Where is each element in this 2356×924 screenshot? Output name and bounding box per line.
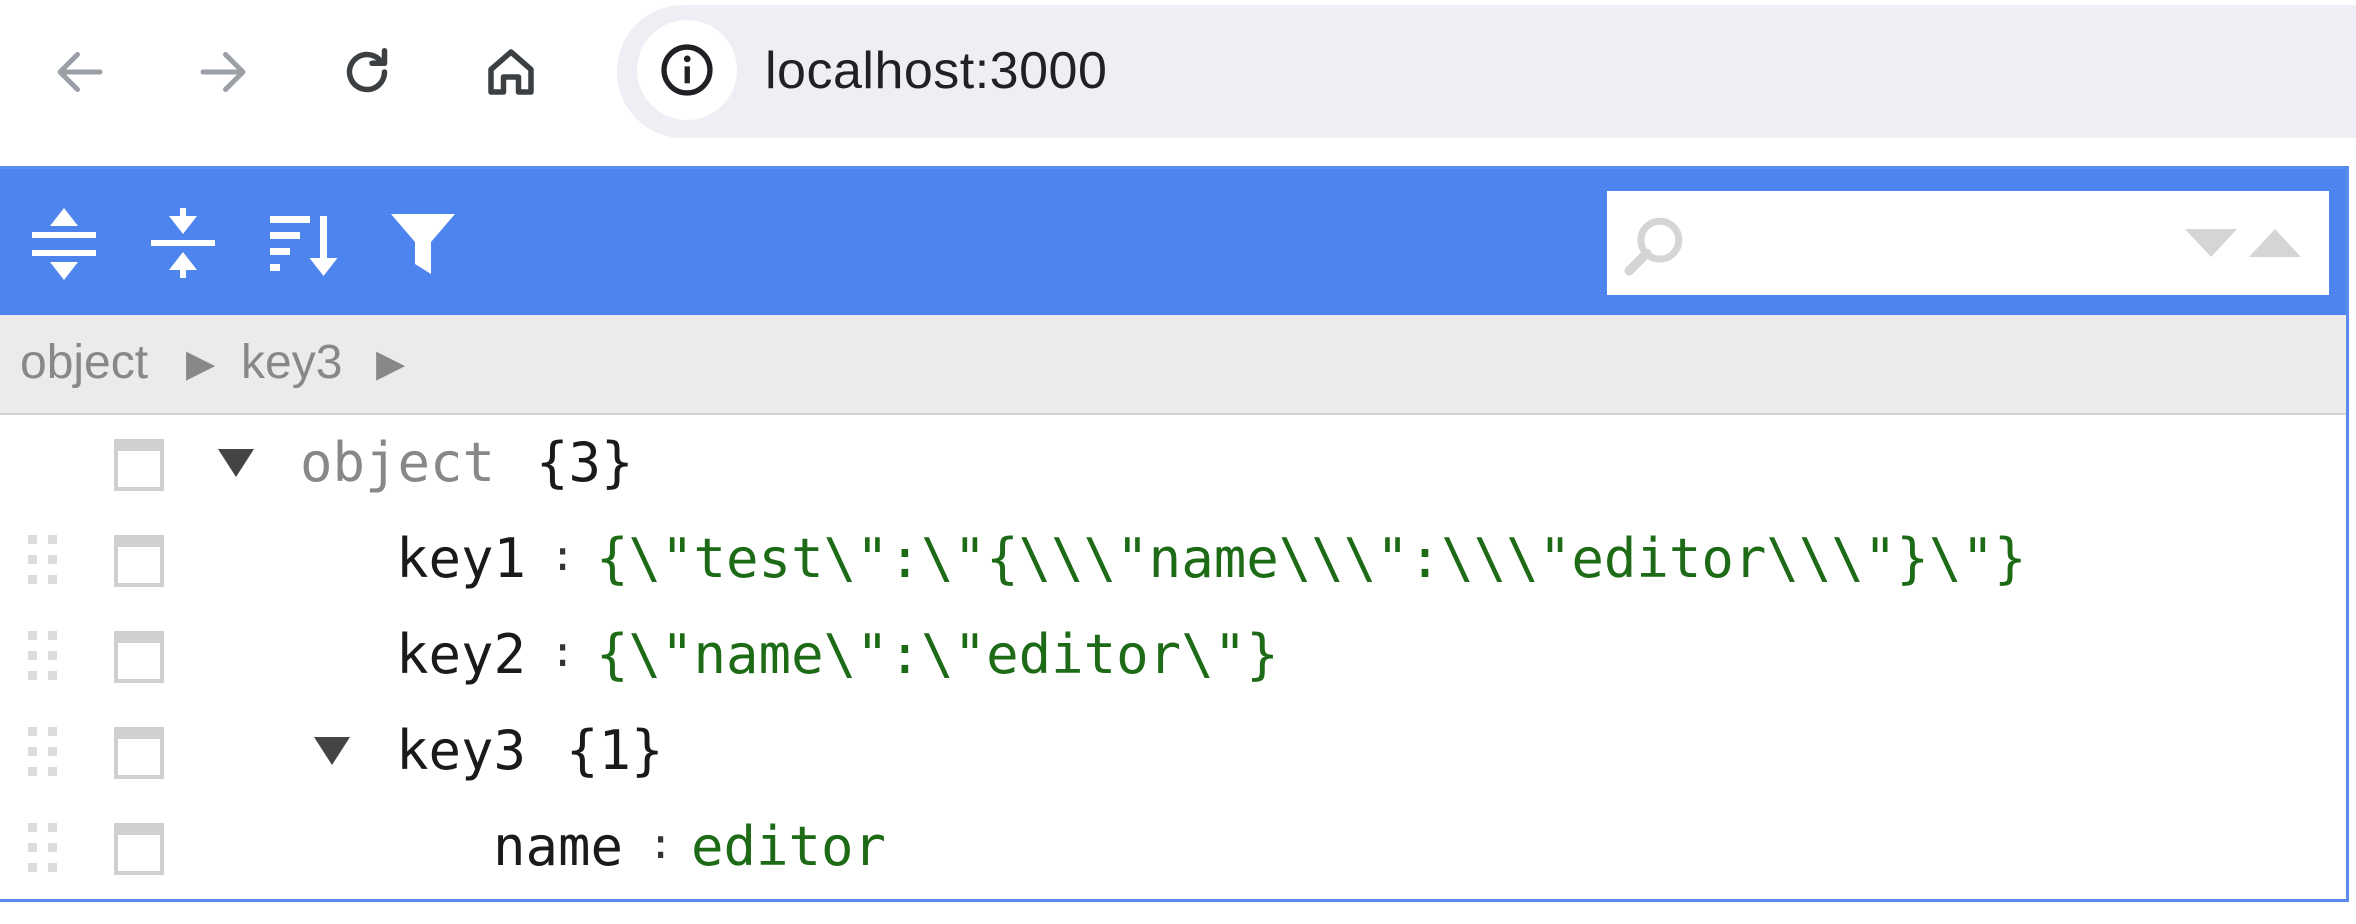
- drag-handle-icon[interactable]: [26, 821, 62, 875]
- context-menu-icon[interactable]: [114, 823, 164, 875]
- address-bar[interactable]: localhost:3000: [617, 5, 2356, 138]
- field-name[interactable]: key2: [396, 623, 526, 686]
- context-menu-icon[interactable]: [114, 727, 164, 779]
- root-label: object: [300, 431, 496, 494]
- search-next-icon[interactable]: [2183, 221, 2239, 265]
- drag-handle-icon[interactable]: [26, 533, 62, 587]
- back-arrow-icon: [57, 52, 103, 92]
- collapse-triangle-icon[interactable]: [214, 443, 258, 483]
- field-value[interactable]: editor: [691, 815, 886, 878]
- back-button[interactable]: [30, 22, 130, 122]
- breadcrumb-separator[interactable]: ▶: [376, 341, 405, 386]
- forward-arrow-icon: [200, 52, 246, 92]
- info-icon: [661, 44, 713, 96]
- child-count: {1}: [566, 719, 664, 782]
- home-button[interactable]: [461, 22, 561, 122]
- drag-handle-icon[interactable]: [26, 629, 62, 683]
- field-separator: :: [648, 819, 674, 868]
- search-input[interactable]: [1697, 209, 2171, 279]
- drag-handle-icon[interactable]: [26, 725, 62, 779]
- field-value[interactable]: {\"test\":\"{\\\"name\\\":\\\"editor\\\"…: [596, 527, 2026, 590]
- home-icon: [488, 49, 534, 95]
- context-menu-icon[interactable]: [114, 439, 164, 491]
- expand-all-icon: [32, 208, 96, 280]
- context-menu-icon[interactable]: [114, 535, 164, 587]
- root-child-count: {3}: [536, 431, 634, 494]
- tree-row-root: object {3}: [0, 415, 2346, 511]
- search-box: [1607, 191, 2329, 295]
- field-separator: :: [550, 627, 576, 676]
- reload-icon: [346, 48, 388, 93]
- tree-row: key3 {1}: [0, 703, 2346, 799]
- search-previous-icon[interactable]: [2247, 221, 2303, 265]
- editor-toolbar: [0, 169, 2346, 315]
- collapse-all-button[interactable]: [143, 199, 223, 289]
- expand-all-button[interactable]: [24, 199, 104, 289]
- tree-row: key2 : {\"name\":\"editor\"}: [0, 607, 2346, 703]
- url-text[interactable]: localhost:3000: [765, 41, 1107, 101]
- sort-icon: [270, 216, 338, 276]
- forward-button[interactable]: [173, 22, 273, 122]
- breadcrumb-item-key3[interactable]: key3: [241, 335, 342, 390]
- filter-button[interactable]: [383, 199, 463, 289]
- field-name[interactable]: name: [493, 815, 623, 878]
- json-editor: object ▶ key3 ▶ object {3} key1: {\"tes…: [0, 166, 2349, 902]
- collapse-triangle-icon[interactable]: [310, 731, 354, 771]
- field-name[interactable]: key3: [396, 719, 526, 782]
- sort-button[interactable]: [262, 199, 342, 289]
- breadcrumb: object ▶ key3 ▶: [0, 315, 2346, 415]
- site-info-button[interactable]: [637, 20, 737, 120]
- breadcrumb-separator[interactable]: ▶: [186, 341, 215, 386]
- collapse-all-icon: [151, 208, 215, 278]
- filter-icon: [391, 214, 455, 274]
- breadcrumb-item-object[interactable]: object: [20, 335, 148, 390]
- field-separator: :: [550, 531, 576, 580]
- reload-button[interactable]: [317, 22, 417, 122]
- browser-toolbar: localhost:3000: [0, 0, 2356, 150]
- tree-row: key1 : {\"test\":\"{\\\"name\\\":\\\"edi…: [0, 511, 2346, 607]
- context-menu-icon[interactable]: [114, 631, 164, 683]
- field-name[interactable]: key1: [396, 527, 526, 590]
- tree-row: name : editor: [0, 799, 2346, 895]
- search-icon: [1624, 217, 1683, 276]
- field-value[interactable]: {\"name\":\"editor\"}: [596, 623, 1279, 686]
